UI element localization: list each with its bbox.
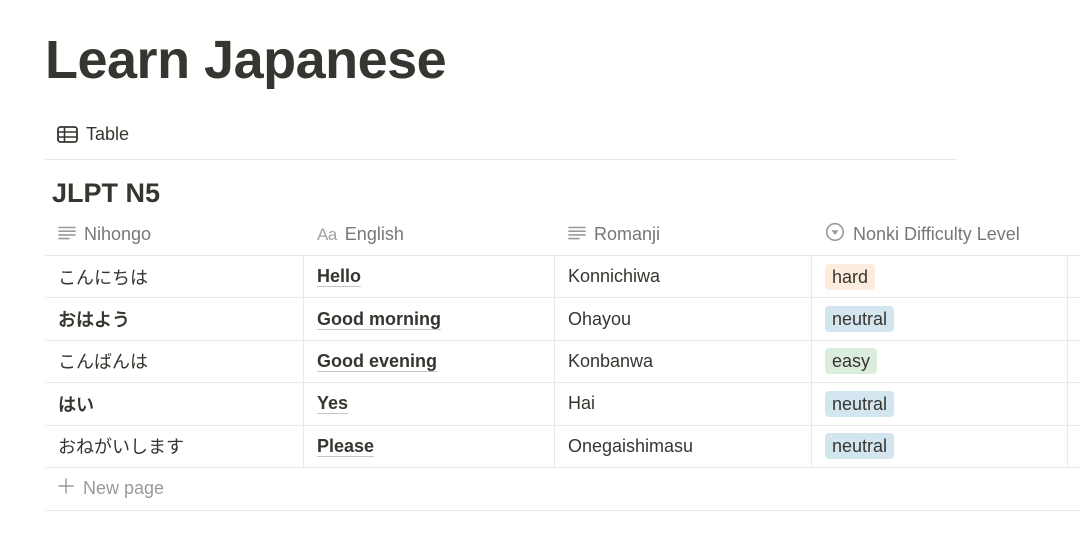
select-icon bbox=[825, 222, 845, 247]
group-title[interactable]: JLPT N5 bbox=[52, 176, 160, 210]
cell-romanji[interactable]: Hai bbox=[554, 383, 811, 425]
romanji-text: Ohayou bbox=[568, 308, 632, 329]
column-header-english[interactable]: Aa English bbox=[303, 214, 554, 255]
column-header-label: Nonki Difficulty Level bbox=[853, 224, 1020, 244]
cell-nihongo[interactable]: おねがいします bbox=[45, 426, 303, 467]
nihongo-text: おねがいします bbox=[58, 437, 184, 458]
table-row[interactable]: こんにちは Hello Konnichiwa hard bbox=[45, 256, 1080, 299]
romanji-text: Konnichiwa bbox=[568, 266, 661, 287]
column-header-romanji[interactable]: Romanji bbox=[554, 214, 811, 255]
difficulty-tag: neutral bbox=[825, 433, 895, 460]
nihongo-text: おはよう bbox=[58, 310, 130, 331]
cell-romanji[interactable]: Onegaishimasu bbox=[554, 425, 811, 467]
cell-difficulty[interactable]: neutral bbox=[811, 383, 1068, 425]
title-aa-icon: Aa bbox=[317, 224, 337, 244]
view-tab-label: Table bbox=[86, 123, 130, 144]
difficulty-tag: easy bbox=[825, 348, 878, 375]
cell-nihongo[interactable]: こんにちは bbox=[45, 256, 303, 297]
cell-english[interactable]: Hello bbox=[303, 256, 554, 298]
column-header-label: Romanji bbox=[594, 224, 661, 244]
page-link[interactable]: Good evening bbox=[317, 351, 437, 372]
nihongo-text: こんばんは bbox=[58, 352, 148, 373]
difficulty-tag: hard bbox=[825, 263, 876, 290]
cell-difficulty[interactable]: neutral bbox=[811, 298, 1068, 340]
cell-english[interactable]: Yes bbox=[303, 383, 554, 425]
text-lines-icon bbox=[568, 224, 586, 245]
page: Learn Japanese Table JLPT N5 Nihongo Aa … bbox=[0, 0, 1080, 550]
new-page-label: New page bbox=[83, 478, 165, 499]
cell-english[interactable]: Please bbox=[303, 425, 554, 467]
table-icon bbox=[57, 125, 78, 143]
cell-difficulty[interactable]: easy bbox=[811, 340, 1068, 383]
page-link[interactable]: Good morning bbox=[317, 309, 441, 330]
difficulty-tag: neutral bbox=[825, 306, 895, 333]
nihongo-text: はい bbox=[58, 394, 94, 415]
new-page-button[interactable]: New page bbox=[45, 468, 1080, 511]
cell-romanji[interactable]: Ohayou bbox=[554, 298, 811, 340]
column-header-label: English bbox=[344, 224, 404, 244]
difficulty-tag: neutral bbox=[825, 390, 895, 417]
cell-nihongo[interactable]: おはよう bbox=[45, 298, 303, 339]
cell-english[interactable]: Good morning bbox=[303, 298, 554, 340]
romanji-text: Onegaishimasu bbox=[568, 435, 694, 456]
table-header: Nihongo Aa English Romanji Nonki Difficu… bbox=[45, 214, 1080, 256]
table-row[interactable]: はい Yes Hai neutral bbox=[45, 383, 1080, 426]
nihongo-text: こんにちは bbox=[58, 267, 148, 288]
cell-difficulty[interactable]: neutral bbox=[811, 425, 1068, 467]
view-tab-table[interactable]: Table bbox=[57, 118, 129, 150]
page-link[interactable]: Yes bbox=[317, 393, 348, 414]
column-header-difficulty[interactable]: Nonki Difficulty Level bbox=[811, 214, 1068, 255]
plus-icon bbox=[58, 478, 74, 499]
romanji-text: Konbanwa bbox=[568, 350, 654, 371]
page-link[interactable]: Please bbox=[317, 436, 374, 457]
cell-nihongo[interactable]: こんばんは bbox=[45, 341, 303, 382]
view-divider bbox=[45, 159, 957, 160]
page-title[interactable]: Learn Japanese bbox=[45, 28, 447, 92]
cell-nihongo[interactable]: はい bbox=[45, 383, 303, 424]
cell-english[interactable]: Good evening bbox=[303, 340, 554, 383]
table-row[interactable]: おねがいします Please Onegaishimasu neutral bbox=[45, 425, 1080, 468]
column-header-nihongo[interactable]: Nihongo bbox=[45, 214, 303, 255]
romanji-text: Hai bbox=[568, 393, 596, 414]
table-row[interactable]: こんばんは Good evening Konbanwa easy bbox=[45, 340, 1080, 384]
table-body: こんにちは Hello Konnichiwa hard おはよう Good mo… bbox=[45, 256, 1080, 468]
text-lines-icon bbox=[58, 224, 76, 245]
table-row[interactable]: おはよう Good morning Ohayou neutral bbox=[45, 298, 1080, 341]
database-table: Nihongo Aa English Romanji Nonki Difficu… bbox=[45, 214, 1080, 511]
page-link[interactable]: Hello bbox=[317, 266, 361, 287]
cell-romanji[interactable]: Konbanwa bbox=[554, 340, 811, 383]
column-header-label: Nihongo bbox=[84, 224, 152, 244]
cell-romanji[interactable]: Konnichiwa bbox=[554, 256, 811, 298]
cell-difficulty[interactable]: hard bbox=[811, 256, 1068, 298]
